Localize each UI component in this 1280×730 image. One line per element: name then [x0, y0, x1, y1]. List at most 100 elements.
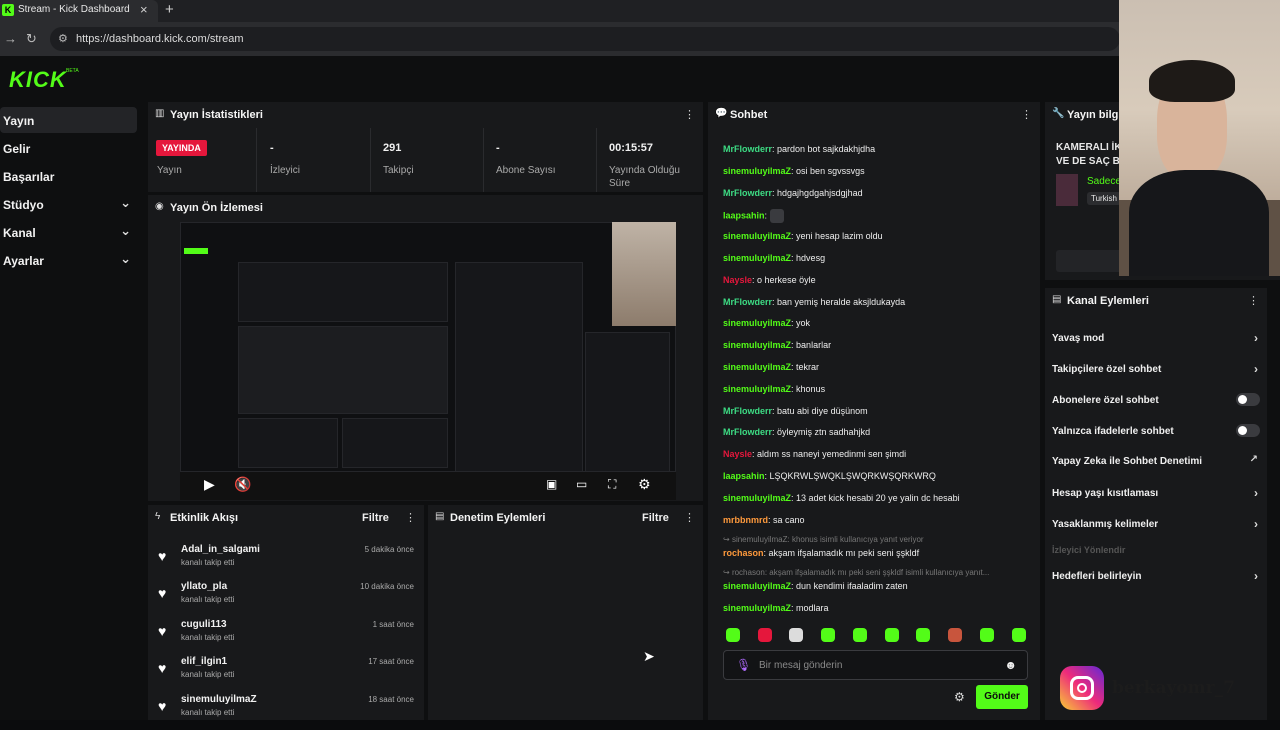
action-account-age[interactable]: Hesap yaşı kısıtlaması › [1052, 486, 1260, 506]
chat-username[interactable]: MrFlowderr [723, 188, 772, 198]
chat-message[interactable]: MrFlowderr: pardon bot sajkdakhjdha [723, 144, 875, 154]
chat-username[interactable]: mrbbnmrd [723, 515, 768, 525]
chat-message[interactable]: sinemuluyilmaZ: modlara [723, 603, 829, 613]
sidebar-item-gelir[interactable]: Gelir [0, 135, 137, 161]
chat-username[interactable]: sinemuluyilmaZ [723, 603, 791, 613]
action-subscribers-only[interactable]: Abonelere özel sohbet [1052, 393, 1260, 413]
browser-tab[interactable]: K Stream - Kick Dashboard × [0, 0, 158, 22]
sidebar-item-yayin[interactable]: Yayın [0, 107, 137, 133]
list-item[interactable]: ♥ Adal_in_salgami kanalı takip etti 5 da… [148, 544, 424, 580]
send-button[interactable]: Gönder [976, 685, 1028, 709]
action-viewer-redirect[interactable]: İzleyici Yönlendir [1052, 545, 1260, 563]
chat-username[interactable]: sinemuluyilmaZ [723, 384, 791, 394]
chat-username[interactable]: sinemuluyilmaZ [723, 318, 791, 328]
fullscreen-icon[interactable]: ⛶ [608, 477, 616, 492]
more-options-icon[interactable]: ⋮ [1248, 294, 1259, 307]
list-item[interactable]: ♥ sinemuluyilmaZ kanalı takip etti 18 sa… [148, 694, 424, 730]
subscribers-only-toggle[interactable] [1236, 393, 1260, 406]
emoji-icon[interactable]: ☻ [1004, 658, 1017, 672]
chat-username[interactable]: sinemuluyilmaZ [723, 166, 791, 176]
emote-icon[interactable] [980, 628, 994, 642]
chat-username[interactable]: sinemuluyilmaZ [723, 253, 791, 263]
sidebar-item-basarilar[interactable]: Başarılar [0, 163, 137, 189]
play-icon[interactable]: ▶ [204, 476, 215, 493]
emote-icon[interactable] [853, 628, 867, 642]
chat-message[interactable]: MrFlowderr: batu abi diye düşünom [723, 406, 868, 416]
chat-message[interactable]: rochason: akşam ifşalamadık mı peki seni… [723, 548, 919, 558]
chat-username[interactable]: laapsahin [723, 211, 765, 221]
emote-icon[interactable] [885, 628, 899, 642]
activity-filter-button[interactable]: Filtre [362, 512, 389, 524]
emote-icon[interactable] [948, 628, 962, 642]
chat-username[interactable]: sinemuluyilmaZ [723, 493, 791, 503]
chat-message[interactable]: sinemuluyilmaZ: osi ben sgvssvgs [723, 166, 865, 176]
mute-icon[interactable]: 🔇 [234, 476, 251, 493]
chat-message[interactable]: sinemuluyilmaZ: tekrar [723, 362, 819, 372]
list-item[interactable]: ♥ yllato_pla kanalı takip etti 10 dakika… [148, 581, 424, 617]
chat-username[interactable]: sinemuluyilmaZ [723, 340, 791, 350]
url-field[interactable]: ⚙ https://dashboard.kick.com/stream [50, 27, 1120, 51]
chat-message[interactable]: sinemuluyilmaZ: dun kendimi ifaaladim za… [723, 581, 908, 591]
chat-username[interactable]: sinemuluyilmaZ [723, 362, 791, 372]
chat-username[interactable]: sinemuluyilmaZ [723, 231, 791, 241]
chat-username[interactable]: MrFlowderr [723, 297, 772, 307]
chat-message[interactable]: laapsahin: LŞQKRWLŞWQKLŞWQRKWŞQRKWRQ [723, 471, 936, 481]
kick-logo[interactable]: KICK [9, 67, 67, 93]
action-set-goals[interactable]: Hedefleri belirleyin › [1052, 569, 1260, 589]
action-emotes-only[interactable]: Yalnızca ifadelerle sohbet [1052, 424, 1260, 444]
chat-message[interactable]: sinemuluyilmaZ: khonus [723, 384, 825, 394]
more-options-icon[interactable]: ⋮ [405, 511, 416, 524]
chat-username[interactable]: MrFlowderr [723, 427, 772, 437]
theater-icon[interactable]: ▭ [576, 477, 587, 491]
new-tab-button[interactable]: + [165, 1, 174, 18]
category-name[interactable]: Sadece [1087, 176, 1121, 187]
chat-username[interactable]: rochason [723, 548, 764, 558]
more-options-icon[interactable]: ⋮ [684, 108, 695, 121]
close-tab-icon[interactable]: × [140, 2, 148, 17]
action-slow-mode[interactable]: Yavaş mod › [1052, 331, 1260, 351]
more-options-icon[interactable]: ⋮ [1021, 108, 1032, 121]
chat-username[interactable]: Naysle [723, 275, 752, 285]
sidebar-item-ayarlar[interactable]: Ayarlar ⌄ [0, 247, 137, 273]
chat-message[interactable]: MrFlowderr: ban yemiş heralde aksjldukay… [723, 297, 905, 307]
chat-message[interactable]: Naysle: o herkese öyle [723, 275, 816, 285]
chat-message[interactable]: MrFlowderr: hdgajhgdgahjsdgjhad [723, 188, 863, 198]
forward-arrow-icon[interactable]: → [4, 31, 17, 46]
chat-message[interactable]: Naysle: aldım ss naneyi yemedinmi sen şi… [723, 449, 906, 459]
reload-icon[interactable]: ↻ [26, 31, 37, 47]
chat-message[interactable]: MrFlowderr: öyleymiş ztn sadhahjkd [723, 427, 870, 437]
moderation-filter-button[interactable]: Filtre [642, 512, 669, 524]
chat-message[interactable]: sinemuluyilmaZ: 13 adet kick hesabi 20 y… [723, 493, 960, 503]
emote-icon[interactable] [916, 628, 930, 642]
action-followers-only[interactable]: Takipçilere özel sohbet › [1052, 362, 1260, 382]
chat-message[interactable]: sinemuluyilmaZ: hdvesg [723, 253, 825, 263]
stream-preview-video[interactable]: ▶ 🔇 ▣ ▭ ⛶ ⚙ [180, 222, 676, 500]
action-ai-moderation[interactable]: Yapay Zeka ile Sohbet Denetimi ↗ [1052, 454, 1260, 474]
list-item[interactable]: ♥ cuguli113 kanalı takip etti 1 saat önc… [148, 619, 424, 655]
emote-icon[interactable] [789, 628, 803, 642]
chat-message-input[interactable]: 🎙 Bir mesaj gönderin ☻ [723, 650, 1028, 680]
list-item[interactable]: ♥ elif_ilgin1 kanalı takip etti 17 saat … [148, 656, 424, 692]
chat-username[interactable]: MrFlowderr [723, 406, 772, 416]
microphone-icon[interactable]: 🎙 [736, 658, 751, 672]
sidebar-item-studyo[interactable]: Stüdyo ⌄ [0, 191, 137, 217]
chat-username[interactable]: Naysle [723, 449, 752, 459]
emote-icon[interactable] [1012, 628, 1026, 642]
chat-username[interactable]: laapsahin [723, 471, 765, 481]
emote-icon[interactable] [726, 628, 740, 642]
chat-username[interactable]: MrFlowderr [723, 144, 772, 154]
pip-icon[interactable]: ▣ [546, 477, 557, 491]
emotes-only-toggle[interactable] [1236, 424, 1260, 437]
more-options-icon[interactable]: ⋮ [684, 511, 695, 524]
action-banned-words[interactable]: Yasaklanmış kelimeler › [1052, 517, 1260, 537]
site-settings-icon[interactable]: ⚙ [58, 32, 68, 45]
settings-gear-icon[interactable]: ⚙ [638, 476, 651, 493]
chat-settings-gear-icon[interactable]: ⚙ [954, 690, 965, 704]
emote-icon[interactable] [821, 628, 835, 642]
sidebar-item-kanal[interactable]: Kanal ⌄ [0, 219, 137, 245]
chat-message[interactable]: sinemuluyilmaZ: yok [723, 318, 810, 328]
chat-message[interactable]: laapsahin: [723, 209, 784, 224]
chat-message[interactable]: sinemuluyilmaZ: banlarlar [723, 340, 831, 350]
emote-icon[interactable] [758, 628, 772, 642]
chat-message[interactable]: mrbbnmrd: sa cano [723, 515, 805, 525]
